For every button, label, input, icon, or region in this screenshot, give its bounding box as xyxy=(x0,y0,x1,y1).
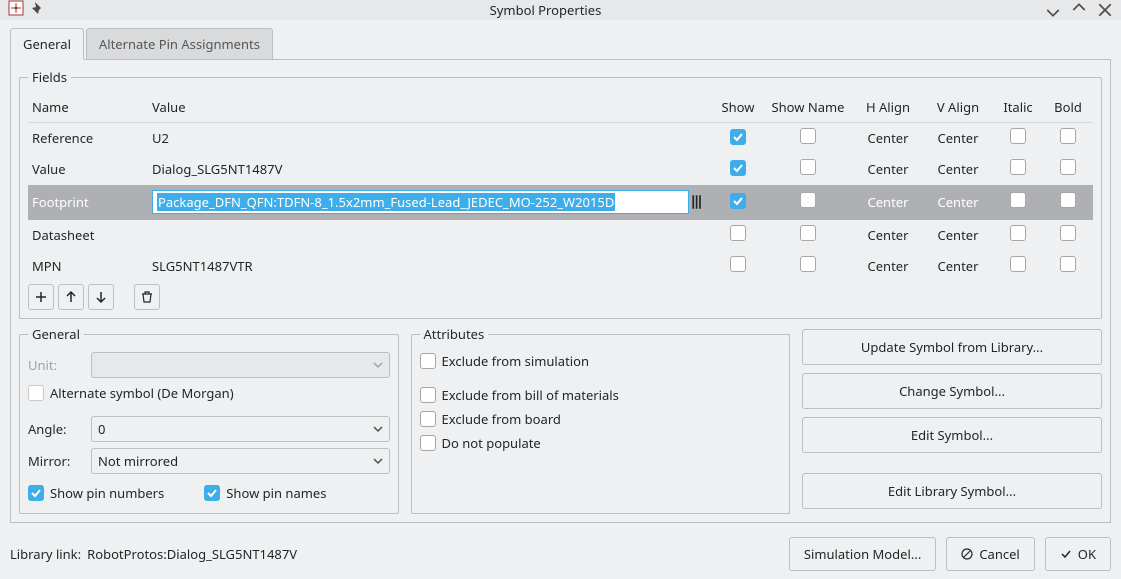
show-pin-numbers-checkbox[interactable] xyxy=(28,485,44,501)
move-up-button[interactable] xyxy=(58,284,84,310)
footprint-input[interactable]: Package_DFN_QFN:TDFN-8_1.5x2mm_Fused-Lea… xyxy=(152,190,689,214)
maximize-button[interactable] xyxy=(1071,2,1087,18)
table-row[interactable]: Footprint Package_DFN_QFN:TDFN-8_1.5x2mm… xyxy=(28,185,1093,220)
mirror-select[interactable]: Not mirrored xyxy=(91,448,390,474)
table-row[interactable]: Reference U2 Center Center xyxy=(28,123,1093,154)
col-value[interactable]: Value xyxy=(148,92,713,123)
checkbox-show-name[interactable] xyxy=(800,225,816,241)
app-icon xyxy=(8,0,24,20)
checkbox-show-name[interactable] xyxy=(800,128,816,144)
window-title: Symbol Properties xyxy=(46,1,1045,19)
cancel-icon xyxy=(961,548,973,560)
table-row[interactable]: Value Dialog_SLG5NT1487V Center Center xyxy=(28,154,1093,185)
library-browse-icon[interactable] xyxy=(691,193,709,211)
library-link-label: Library link: xyxy=(10,545,81,563)
show-pin-numbers-label: Show pin numbers xyxy=(50,484,164,502)
tab-general[interactable]: General xyxy=(10,28,84,60)
col-italic[interactable]: Italic xyxy=(993,92,1043,123)
change-symbol-button[interactable]: Change Symbol... xyxy=(802,373,1102,409)
ok-button[interactable]: OK xyxy=(1045,537,1111,571)
exclude-bom-checkbox[interactable] xyxy=(420,387,436,403)
pin-icon[interactable] xyxy=(30,0,46,20)
edit-library-symbol-button[interactable]: Edit Library Symbol... xyxy=(802,473,1102,509)
checkbox-bold[interactable] xyxy=(1060,159,1076,175)
show-pin-names-checkbox[interactable] xyxy=(204,485,220,501)
add-field-button[interactable] xyxy=(28,284,54,310)
col-v-align[interactable]: V Align xyxy=(923,92,993,123)
fields-table: Name Value Show Show Name H Align V Alig… xyxy=(28,92,1093,282)
checkbox-show[interactable] xyxy=(730,256,746,272)
check-icon xyxy=(1060,548,1072,560)
simulation-model-button[interactable]: Simulation Model... xyxy=(789,537,936,571)
mirror-label: Mirror: xyxy=(28,452,83,470)
checkbox-bold[interactable] xyxy=(1060,192,1076,208)
col-name[interactable]: Name xyxy=(28,92,148,123)
table-row[interactable]: MPN SLG5NT1487VTR Center Center xyxy=(28,251,1093,282)
cancel-button[interactable]: Cancel xyxy=(946,537,1034,571)
general-group: General Unit: Alternate symbol (De Morga… xyxy=(19,325,399,514)
checkbox-italic[interactable] xyxy=(1010,192,1026,208)
col-show-name[interactable]: Show Name xyxy=(763,92,853,123)
edit-symbol-button[interactable]: Edit Symbol... xyxy=(802,417,1102,453)
fields-legend: Fields xyxy=(28,68,71,86)
update-symbol-button[interactable]: Update Symbol from Library... xyxy=(802,329,1102,365)
checkbox-bold[interactable] xyxy=(1060,256,1076,272)
attributes-group: Attributes Exclude from simulation Exclu… xyxy=(411,325,791,514)
checkbox-bold[interactable] xyxy=(1060,128,1076,144)
checkbox-show[interactable] xyxy=(730,193,746,209)
col-bold[interactable]: Bold xyxy=(1043,92,1093,123)
checkbox-italic[interactable] xyxy=(1010,159,1026,175)
angle-select[interactable]: 0 xyxy=(91,416,390,442)
checkbox-show-name[interactable] xyxy=(800,159,816,175)
checkbox-bold[interactable] xyxy=(1060,225,1076,241)
unit-select xyxy=(91,352,390,378)
exclude-sim-checkbox[interactable] xyxy=(420,353,436,369)
col-show[interactable]: Show xyxy=(713,92,763,123)
minimize-button[interactable] xyxy=(1045,2,1061,18)
checkbox-italic[interactable] xyxy=(1010,256,1026,272)
close-button[interactable] xyxy=(1097,2,1113,18)
fields-group: Fields Name Value Show Show Name H Align… xyxy=(19,68,1102,319)
general-legend: General xyxy=(28,325,84,343)
tab-alternate-pin[interactable]: Alternate Pin Assignments xyxy=(86,28,273,59)
unit-label: Unit: xyxy=(28,356,83,374)
angle-label: Angle: xyxy=(28,420,83,438)
library-link-value: RobotProtos:Dialog_SLG5NT1487V xyxy=(87,545,297,563)
checkbox-show[interactable] xyxy=(730,225,746,241)
col-h-align[interactable]: H Align xyxy=(853,92,923,123)
alternate-de-morgan-label: Alternate symbol (De Morgan) xyxy=(50,384,234,402)
attributes-legend: Attributes xyxy=(420,325,489,343)
alternate-de-morgan-checkbox xyxy=(28,385,44,401)
dnp-checkbox[interactable] xyxy=(420,435,436,451)
checkbox-show[interactable] xyxy=(730,129,746,145)
move-down-button[interactable] xyxy=(88,284,114,310)
checkbox-show[interactable] xyxy=(730,160,746,176)
checkbox-italic[interactable] xyxy=(1010,128,1026,144)
exclude-board-checkbox[interactable] xyxy=(420,411,436,427)
delete-field-button[interactable] xyxy=(134,284,160,310)
show-pin-names-label: Show pin names xyxy=(226,484,326,502)
checkbox-show-name[interactable] xyxy=(800,192,816,208)
titlebar: Symbol Properties xyxy=(0,0,1121,20)
checkbox-show-name[interactable] xyxy=(800,256,816,272)
checkbox-italic[interactable] xyxy=(1010,225,1026,241)
table-row[interactable]: Datasheet Center Center xyxy=(28,220,1093,251)
tab-bar: General Alternate Pin Assignments xyxy=(10,28,1111,59)
